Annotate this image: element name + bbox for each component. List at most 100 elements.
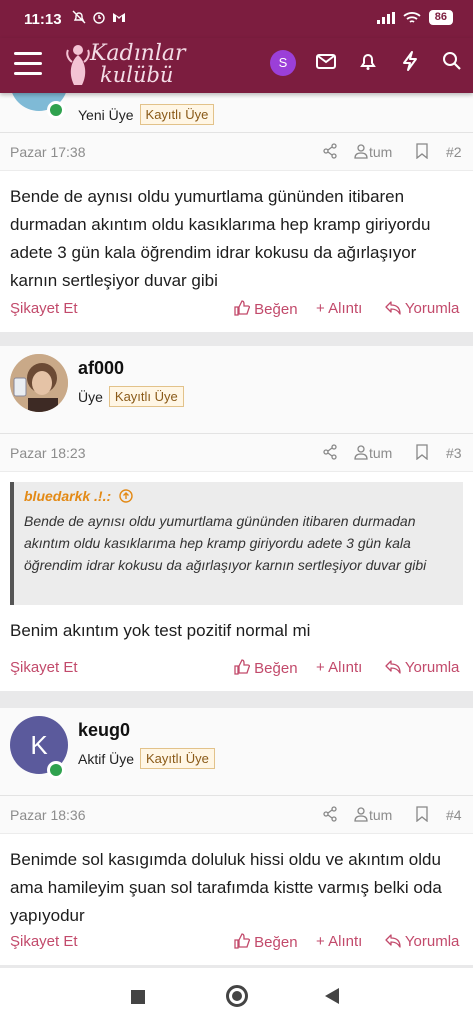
post-body: Benim akıntım yok test pozitif normal mi [10,621,311,640]
like-label: Beğen [254,660,298,677]
report-button[interactable]: Şikayet Et [10,933,78,950]
logo-figure-icon [66,45,90,85]
like-button[interactable]: Beğen [234,933,298,951]
post-3: af000 Üye Kayıtlı Üye Pazar 18:23 tum #3… [0,346,473,691]
post-user-info: K keug0 Aktif Üye Kayıtlı Üye [0,708,473,796]
post-actions: Şikayet Et Beğen + Alıntı Yorumla [0,286,473,332]
post-date[interactable]: Pazar 17:38 [10,144,86,160]
post-body: Bende de aynısı oldu yumurtlama gününden… [10,187,431,290]
lightning-icon[interactable] [398,50,422,76]
quote-label: Alıntı [328,659,363,676]
user-role-text: Yeni Üye [78,106,134,123]
like-button[interactable]: Beğen [234,659,298,677]
report-button[interactable]: Şikayet Et [10,659,78,676]
reply-label: Yorumla [404,300,460,317]
user-avatar[interactable] [10,354,68,412]
arrow-up-circle-icon [119,489,133,503]
post-date[interactable]: Pazar 18:36 [10,807,86,823]
post-2: Yeni Üye Kayıtlı Üye Pazar 17:38 tum #2 … [0,93,473,332]
post-actions: Şikayet Et Beğen + Alıntı Yorumla [0,919,473,965]
quote-label: Alıntı [328,300,363,317]
user-icon [354,807,368,822]
search-icon[interactable] [440,50,464,76]
site-logo[interactable]: Kadınlar kulübü [64,40,186,90]
quote-button[interactable]: + Alıntı [316,933,362,950]
status-notification-icons [72,10,126,24]
post-user-info: Yeni Üye Kayıtlı Üye [0,93,473,133]
mute-icon [72,10,86,24]
wifi-icon [403,11,421,23]
plus-icon: + [316,659,325,676]
reply-button[interactable]: Yorumla [385,659,459,676]
user-role: Aktif Üye Kayıtlı Üye [78,748,215,769]
quote-button[interactable]: + Alıntı [316,659,362,676]
bell-icon[interactable] [356,50,380,76]
user-icon [354,144,368,159]
quote-label: Alıntı [328,933,363,950]
thread-content: Yeni Üye Kayıtlı Üye Pazar 17:38 tum #2 … [0,93,473,968]
back-button[interactable] [325,988,339,1004]
gmail-icon [113,13,125,22]
post-meta: Pazar 17:38 tum #2 [0,133,473,171]
post-actions: Şikayet Et Beğen + Alıntı Yorumla [0,645,473,691]
post-user-info: af000 Üye Kayıtlı Üye [0,346,473,434]
quote-author-name: bluedarkk .!.: [24,488,112,504]
alarm-icon [93,12,105,24]
bookmark-icon[interactable] [415,444,429,460]
bookmark-icon[interactable] [415,143,429,159]
battery-indicator: 86 [428,10,453,25]
reply-button[interactable]: Yorumla [385,933,459,950]
username[interactable]: af000 [78,358,124,379]
user-badge: Kayıtlı Üye [140,748,215,769]
like-label: Beğen [254,934,298,951]
reply-icon [385,660,401,674]
plus-icon: + [316,933,325,950]
bookmark-icon[interactable] [415,806,429,822]
post-number[interactable]: #2 [446,144,462,160]
post-meta: Pazar 18:23 tum #3 [0,434,473,472]
post-date[interactable]: Pazar 18:23 [10,445,86,461]
post-body: Benimde sol kasıgımda doluluk hissi oldu… [10,850,442,925]
share-icon[interactable] [322,444,338,460]
user-role-text: Üye [78,388,103,405]
online-status-icon [47,761,65,779]
post-tum-label[interactable]: tum [369,144,392,160]
quote-block[interactable]: bluedarkk .!.: Bende de aynısı oldu yumu… [10,482,463,605]
like-label: Beğen [254,301,298,318]
user-role: Üye Kayıtlı Üye [78,386,184,407]
menu-icon[interactable] [14,52,42,76]
reply-button[interactable]: Yorumla [385,300,459,317]
status-time: 11:13 [24,11,62,28]
report-button[interactable]: Şikayet Et [10,300,78,317]
recents-button[interactable] [131,990,145,1004]
user-badge: Kayıtlı Üye [108,386,184,407]
post-tum-label[interactable]: tum [369,807,392,823]
online-status-icon [47,101,65,119]
quote-button[interactable]: + Alıntı [316,300,362,317]
post-4: K keug0 Aktif Üye Kayıtlı Üye Pazar 18:3… [0,708,473,965]
user-avatar-button[interactable]: S [270,50,296,76]
share-icon[interactable] [322,143,338,159]
quote-text: Bende de aynısı oldu yumurtlama gününden… [24,513,427,573]
share-icon[interactable] [322,806,338,822]
phone-screen: 11:13 86 Kadınlar kulübü S Yeni Üye Kayı… [0,0,473,1024]
like-button[interactable]: Beğen [234,300,298,318]
status-bar: 11:13 86 [0,0,473,38]
reply-label: Yorumla [404,933,460,950]
post-meta: Pazar 18:36 tum #4 [0,796,473,834]
app-header: Kadınlar kulübü S [0,38,473,93]
username[interactable]: keug0 [78,720,130,741]
reply-label: Yorumla [404,659,460,676]
post-number[interactable]: #4 [446,807,462,823]
post-number[interactable]: #3 [446,445,462,461]
user-icon [354,445,368,460]
mail-icon[interactable] [314,50,338,76]
home-button[interactable] [226,985,248,1007]
post-tum-label[interactable]: tum [369,445,392,461]
thumbs-up-icon [234,933,251,949]
thumbs-up-icon [234,300,251,316]
signal-icon [376,11,395,24]
quote-author[interactable]: bluedarkk .!.: [24,488,453,504]
user-role-text: Aktif Üye [78,750,135,767]
plus-icon: + [316,300,325,317]
